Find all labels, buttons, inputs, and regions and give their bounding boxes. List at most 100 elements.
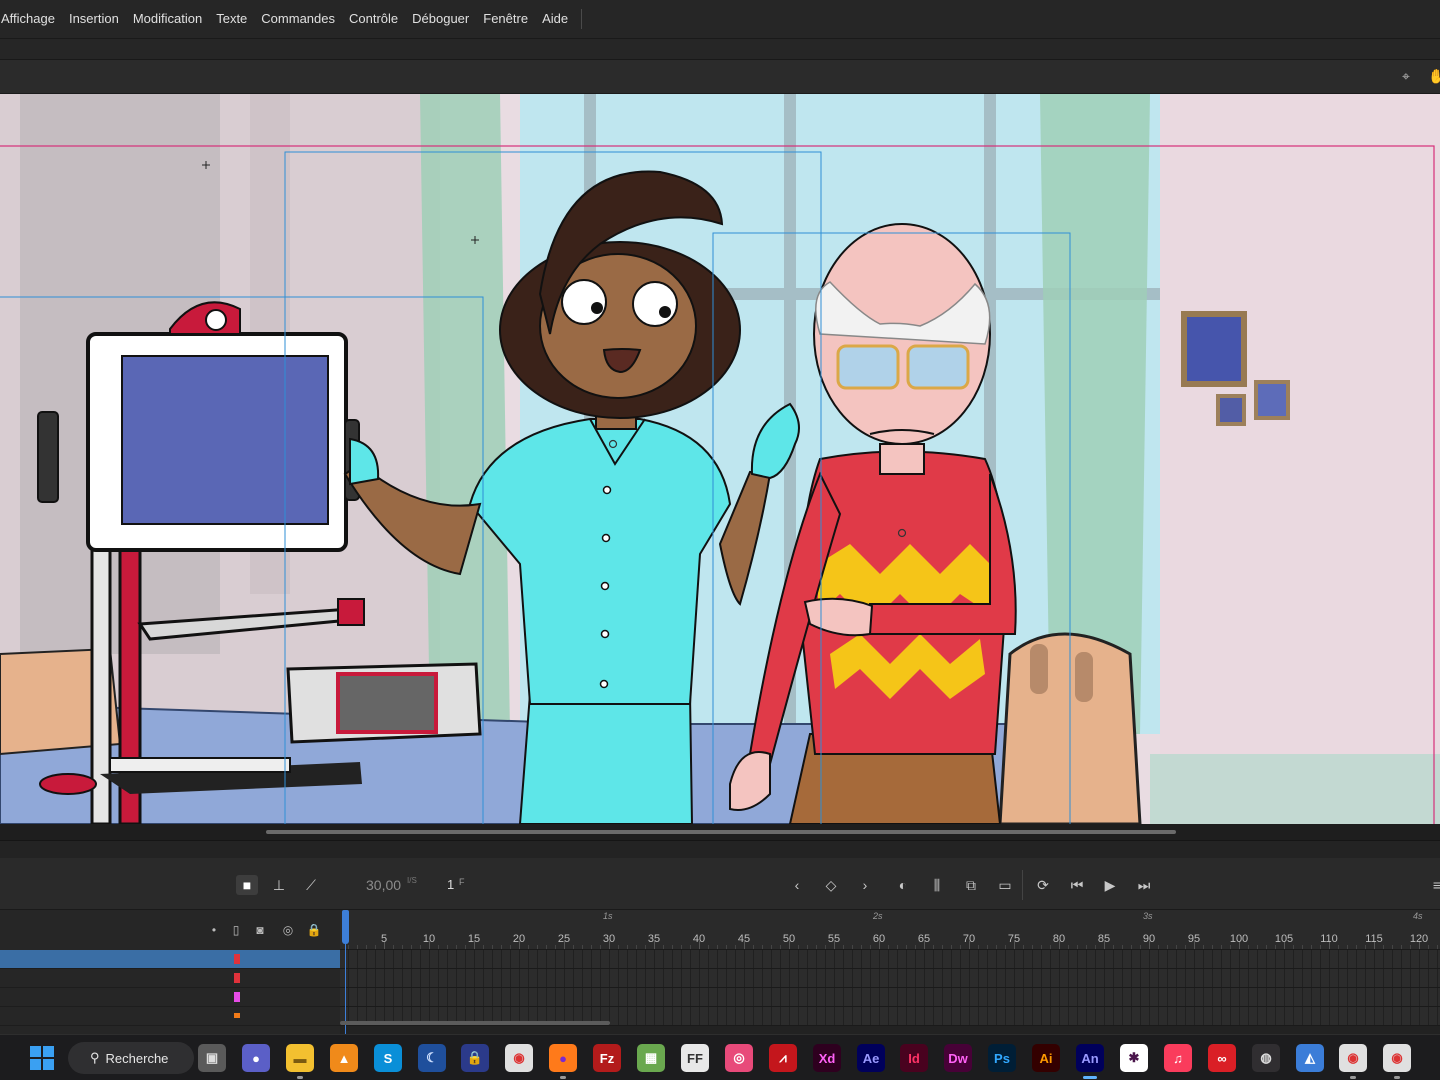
edit-bar: ⌖ ✋ bbox=[0, 60, 1440, 94]
ruler-minor-tick bbox=[366, 945, 367, 949]
windows-taskbar: ⚲ Recherche ▣ ● ▬ ▲ S ☾ 🔒 ◉ ● Fz ▦ FF ◎ ⩘ Xd Ae Id Dw Ps Ai… bbox=[0, 1034, 1440, 1080]
filezilla-icon[interactable]: Fz bbox=[593, 1044, 621, 1072]
hand-tool-icon[interactable]: ✋ bbox=[1428, 68, 1440, 84]
file-explorer-icon[interactable]: ▬ bbox=[286, 1044, 314, 1072]
menu-controle[interactable]: Contrôle bbox=[342, 0, 405, 39]
lock-app-icon[interactable]: 🔒 bbox=[461, 1044, 489, 1072]
ruler-minor-tick bbox=[987, 945, 988, 949]
slack-icon[interactable]: ✱ bbox=[1120, 1044, 1148, 1072]
edit-multiple-frames-icon[interactable]: ⫼ bbox=[926, 875, 948, 895]
visibility-toggle-icon[interactable]: ◎ bbox=[280, 922, 296, 938]
timeline-scroll-thumb[interactable] bbox=[340, 1021, 610, 1025]
illustrator-icon[interactable]: Ai bbox=[1032, 1044, 1060, 1072]
outline-toggle-icon[interactable]: ▯ bbox=[228, 922, 244, 938]
taskbar-search[interactable]: ⚲ Recherche bbox=[68, 1042, 194, 1074]
frame-row[interactable] bbox=[340, 988, 1440, 1007]
menu-aide[interactable]: Aide bbox=[535, 0, 575, 39]
onion-skin-icon[interactable]: ◐ bbox=[892, 875, 914, 895]
frame-row[interactable] bbox=[340, 969, 1440, 988]
photo-app-icon[interactable]: ◎ bbox=[725, 1044, 753, 1072]
image-viewer-icon[interactable]: ◭ bbox=[1296, 1044, 1324, 1072]
insert-keyframe-icon[interactable]: ◇ bbox=[820, 875, 842, 895]
layer-row[interactable] bbox=[0, 969, 340, 988]
layers-panel: • ▯ ◙ ◎ 🔒 bbox=[0, 910, 340, 1034]
step-back-icon[interactable]: ⏮ bbox=[1066, 875, 1088, 895]
dreamweaver-icon[interactable]: Dw bbox=[944, 1044, 972, 1072]
ruler-minor-tick bbox=[402, 945, 403, 949]
chrome-profile-2-icon[interactable]: ◉ bbox=[1383, 1044, 1411, 1072]
ruler-minor-tick bbox=[843, 945, 844, 949]
highlight-layer-icon[interactable]: • bbox=[206, 922, 222, 938]
frame-row[interactable] bbox=[340, 950, 1440, 969]
itunes-icon[interactable]: ♫ bbox=[1164, 1044, 1192, 1072]
stage-canvas[interactable] bbox=[0, 94, 1440, 824]
ruler-minor-tick bbox=[1005, 945, 1006, 949]
menu-insertion[interactable]: Insertion bbox=[62, 0, 126, 39]
loop-icon[interactable]: ⟳ bbox=[1032, 875, 1054, 895]
firefox-icon[interactable]: ● bbox=[549, 1044, 577, 1072]
chrome-profile-icon[interactable]: ◉ bbox=[1339, 1044, 1367, 1072]
moon-app-icon[interactable]: ☾ bbox=[418, 1044, 446, 1072]
after-effects-icon[interactable]: Ae bbox=[857, 1044, 885, 1072]
attach-camera-icon[interactable]: ◙ bbox=[252, 922, 268, 938]
menu-commandes[interactable]: Commandes bbox=[254, 0, 342, 39]
previous-keyframe-icon[interactable]: ‹ bbox=[786, 875, 808, 895]
timeline-toolbar: ■ ⊥ ⟋ 30,00 I/S 1 F ‹ ◇ › ◐ ⫼ ⧉ ▭ ⟳ ⏮ ▶ … bbox=[0, 858, 1440, 910]
vlc-icon[interactable]: ▲ bbox=[330, 1044, 358, 1072]
indesign-icon[interactable]: Id bbox=[900, 1044, 928, 1072]
spreadsheet-icon[interactable]: ▦ bbox=[637, 1044, 665, 1072]
ruler-minor-tick bbox=[825, 945, 826, 949]
layer-depth-icon[interactable]: ⟋ bbox=[300, 875, 322, 895]
ffdec-icon[interactable]: FF bbox=[681, 1044, 709, 1072]
task-view-icon[interactable]: ▣ bbox=[198, 1044, 226, 1072]
ruler-minor-tick bbox=[1203, 945, 1204, 949]
next-keyframe-icon[interactable]: › bbox=[854, 875, 876, 895]
camera-tool-icon[interactable]: ■ bbox=[236, 875, 258, 895]
obs-icon[interactable]: ◍ bbox=[1252, 1044, 1280, 1072]
chrome-icon[interactable]: ◉ bbox=[505, 1044, 533, 1072]
photoshop-icon[interactable]: Ps bbox=[988, 1044, 1016, 1072]
ruler-minor-tick bbox=[645, 945, 646, 949]
frames-panel[interactable]: 5 10 15 20 25 30 35 40 45 50 55 60 65 70 75 80 85 90 95 100… bbox=[340, 910, 1440, 1034]
menu-modification[interactable]: Modification bbox=[126, 0, 209, 39]
ruler-minor-tick bbox=[1113, 945, 1114, 949]
menu-divider bbox=[581, 9, 583, 29]
ruler-minor-tick bbox=[1410, 945, 1411, 949]
keyboard bbox=[109, 757, 291, 773]
creative-cloud-icon[interactable]: ∞ bbox=[1208, 1044, 1236, 1072]
ruler-minor-tick bbox=[1266, 945, 1267, 949]
playhead[interactable] bbox=[342, 910, 349, 1034]
layer-parenting-icon[interactable]: ⊥ bbox=[268, 875, 290, 895]
stage-scroll-thumb[interactable] bbox=[266, 830, 1176, 834]
ruler-minor-tick bbox=[1401, 945, 1402, 949]
frame-span-icon[interactable]: ⧉ bbox=[960, 875, 982, 895]
teams-icon[interactable]: ● bbox=[242, 1044, 270, 1072]
current-frame[interactable]: 1 bbox=[447, 877, 454, 892]
animate-icon[interactable]: An bbox=[1076, 1044, 1104, 1072]
windows-start-icon[interactable] bbox=[28, 1044, 56, 1072]
frame-ruler[interactable]: 5 10 15 20 25 30 35 40 45 50 55 60 65 70 75 80 85 90 95 100… bbox=[340, 910, 1440, 950]
timeline-menu-icon[interactable]: ≡ bbox=[1426, 875, 1440, 895]
center-stage-icon[interactable]: ⌖ bbox=[1398, 68, 1414, 84]
search-icon: ⚲ bbox=[90, 1050, 100, 1065]
menu-fenetre[interactable]: Fenêtre bbox=[476, 0, 535, 39]
adobe-xd-icon[interactable]: Xd bbox=[813, 1044, 841, 1072]
skype-icon[interactable]: S bbox=[374, 1044, 402, 1072]
acrobat-icon[interactable]: ⩘ bbox=[769, 1044, 797, 1072]
step-forward-icon[interactable]: ⏭ bbox=[1133, 875, 1155, 895]
center-frame-icon[interactable]: ▭ bbox=[994, 875, 1016, 895]
playhead-handle[interactable] bbox=[342, 910, 349, 944]
ruler-frame-label: 110 bbox=[1320, 933, 1338, 945]
menu-texte[interactable]: Texte bbox=[209, 0, 254, 39]
layer-row[interactable] bbox=[0, 950, 340, 969]
fps-value[interactable]: 30,00 bbox=[366, 877, 401, 893]
lock-toggle-icon[interactable]: 🔒 bbox=[306, 922, 322, 938]
layer-row[interactable] bbox=[0, 988, 340, 1007]
menu-deboguer[interactable]: Déboguer bbox=[405, 0, 476, 39]
ruler-minor-tick bbox=[375, 945, 376, 949]
play-icon[interactable]: ▶ bbox=[1099, 875, 1121, 895]
menu-affichage[interactable]: Affichage bbox=[0, 0, 62, 39]
layer-row[interactable] bbox=[0, 1007, 340, 1026]
document-tabs-strip bbox=[0, 39, 1440, 60]
stage-horizontal-scrollbar[interactable] bbox=[0, 824, 1440, 840]
